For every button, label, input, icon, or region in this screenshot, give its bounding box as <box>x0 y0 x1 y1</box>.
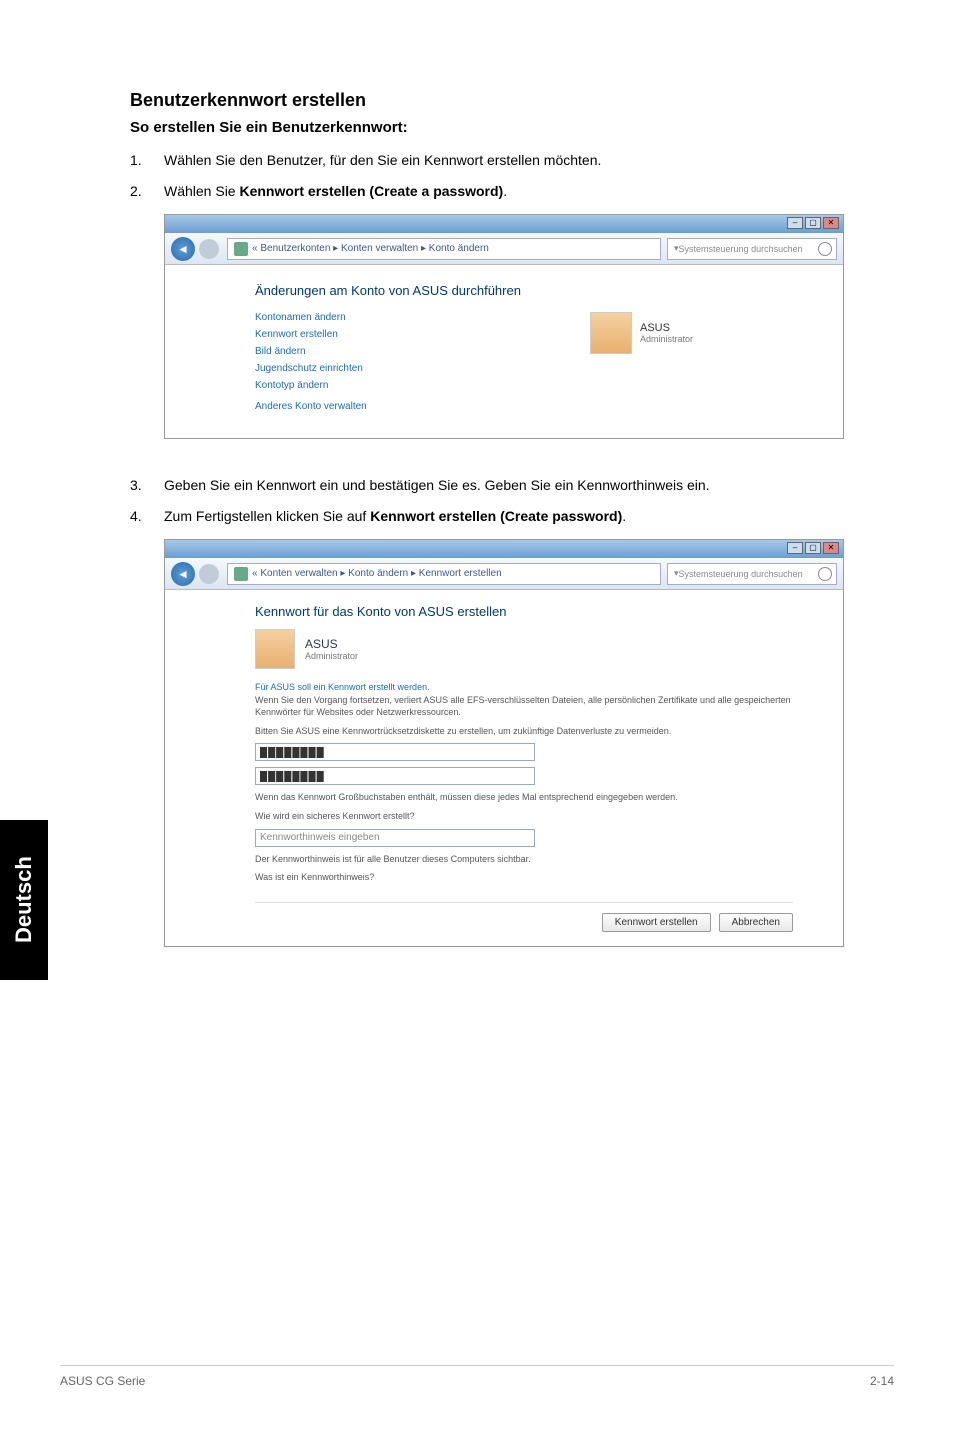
forward-button[interactable] <box>199 564 219 584</box>
user-name: ASUS <box>640 322 693 334</box>
warning-text-2: Bitten Sie ASUS eine Kennwortrücksetzdis… <box>255 725 793 738</box>
user-tile: ASUS Administrator <box>590 312 693 354</box>
step-number: 3. <box>130 475 164 496</box>
step-number: 2. <box>130 181 164 202</box>
content-heading: Kennwort für das Konto von ASUS erstelle… <box>255 604 793 619</box>
search-input[interactable]: ▾ Systemsteuerung durchsuchen <box>667 563 837 585</box>
search-input[interactable]: ▾ Systemsteuerung durchsuchen <box>667 238 837 260</box>
back-button[interactable]: ◄ <box>171 562 195 586</box>
nav-bar: ◄ « Konten verwalten ▸ Konto ändern ▸ Ke… <box>165 558 843 590</box>
footer-left: ASUS CG Serie <box>60 1374 145 1388</box>
step-bold: Kennwort erstellen (Create password) <box>370 508 622 524</box>
breadcrumb[interactable]: « Benutzerkonten ▸ Konten verwalten ▸ Ko… <box>227 238 661 260</box>
step-suffix: . <box>503 183 507 199</box>
back-button[interactable]: ◄ <box>171 237 195 261</box>
breadcrumb-icon <box>234 567 248 581</box>
avatar <box>590 312 632 354</box>
hint-visibility-info: Der Kennworthinweis ist für alle Benutze… <box>255 853 793 866</box>
caps-info: Wenn das Kennwort Großbuchstaben enthält… <box>255 791 793 804</box>
nav-bar: ◄ « Benutzerkonten ▸ Konten verwalten ▸ … <box>165 233 843 265</box>
minimize-button[interactable]: – <box>787 217 803 229</box>
step-suffix: . <box>622 508 626 524</box>
breadcrumb-text: « Benutzerkonten ▸ Konten verwalten ▸ Ko… <box>252 243 489 254</box>
create-password-button[interactable]: Kennwort erstellen <box>602 913 711 932</box>
step-number: 1. <box>130 150 164 171</box>
step-number: 4. <box>130 506 164 527</box>
option-change-account-type[interactable]: Kontotyp ändern <box>255 380 793 391</box>
maximize-button[interactable]: ▢ <box>805 542 821 554</box>
password-confirm-input[interactable] <box>255 767 535 785</box>
option-create-password[interactable]: Kennwort erstellen <box>255 329 793 340</box>
search-placeholder: Systemsteuerung durchsuchen <box>679 569 803 579</box>
user-role: Administrator <box>640 334 693 344</box>
close-button[interactable]: ✕ <box>823 217 839 229</box>
breadcrumb-icon <box>234 242 248 256</box>
step-text: Wählen Sie Kennwort erstellen (Create a … <box>164 181 824 202</box>
page-footer: ASUS CG Serie 2-14 <box>60 1365 894 1388</box>
step-text: Geben Sie ein Kennwort ein und bestätige… <box>164 475 824 496</box>
option-manage-other[interactable]: Anderes Konto verwalten <box>255 401 793 412</box>
option-change-name[interactable]: Kontonamen ändern <box>255 312 793 323</box>
close-button[interactable]: ✕ <box>823 542 839 554</box>
footer-right: 2-14 <box>870 1374 894 1388</box>
user-role: Administrator <box>305 651 358 661</box>
minimize-button[interactable]: – <box>787 542 803 554</box>
breadcrumb[interactable]: « Konten verwalten ▸ Konto ändern ▸ Kenn… <box>227 563 661 585</box>
language-tab: Deutsch <box>0 820 48 980</box>
screenshot-create-password: – ▢ ✕ ◄ « Konten verwalten ▸ Konto änder… <box>164 539 844 947</box>
screenshot-change-account: – ▢ ✕ ◄ « Benutzerkonten ▸ Konten verwal… <box>164 214 844 439</box>
step-2: 2. Wählen Sie Kennwort erstellen (Create… <box>130 181 824 202</box>
user-name: ASUS <box>305 637 358 651</box>
password-hint-input[interactable] <box>255 829 535 847</box>
forward-button[interactable] <box>199 239 219 259</box>
link-what-is-hint[interactable]: Was ist ein Kennworthinweis? <box>255 871 793 884</box>
maximize-button[interactable]: ▢ <box>805 217 821 229</box>
step-prefix: Wählen Sie <box>164 183 239 199</box>
step-text: Wählen Sie den Benutzer, für den Sie ein… <box>164 150 824 171</box>
step-4: 4. Zum Fertigstellen klicken Sie auf Ken… <box>130 506 824 527</box>
content-heading: Änderungen am Konto von ASUS durchführen <box>255 283 793 298</box>
option-change-picture[interactable]: Bild ändern <box>255 346 793 357</box>
avatar <box>255 629 295 669</box>
window-titlebar: – ▢ ✕ <box>165 540 843 558</box>
warning-header: Für ASUS soll ein Kennwort erstellt werd… <box>255 681 793 694</box>
window-titlebar: – ▢ ✕ <box>165 215 843 233</box>
step-1: 1. Wählen Sie den Benutzer, für den Sie … <box>130 150 824 171</box>
step-text: Zum Fertigstellen klicken Sie auf Kennwo… <box>164 506 824 527</box>
warning-text: Wenn Sie den Vorgang fortsetzen, verlier… <box>255 694 793 719</box>
breadcrumb-text: « Konten verwalten ▸ Konto ändern ▸ Kenn… <box>252 568 502 579</box>
step-3: 3. Geben Sie ein Kennwort ein und bestät… <box>130 475 824 496</box>
section-subheading: So erstellen Sie ein Benutzerkennwort: <box>130 119 824 136</box>
step-prefix: Zum Fertigstellen klicken Sie auf <box>164 508 370 524</box>
user-row: ASUS Administrator <box>255 629 793 669</box>
password-input[interactable] <box>255 743 535 761</box>
step-bold: Kennwort erstellen (Create a password) <box>239 183 503 199</box>
search-placeholder: Systemsteuerung durchsuchen <box>679 244 803 254</box>
link-secure-password[interactable]: Wie wird ein sicheres Kennwort erstellt? <box>255 810 793 823</box>
option-parental-controls[interactable]: Jugendschutz einrichten <box>255 363 793 374</box>
cancel-button[interactable]: Abbrechen <box>719 913 793 932</box>
section-heading: Benutzerkennwort erstellen <box>130 90 824 111</box>
